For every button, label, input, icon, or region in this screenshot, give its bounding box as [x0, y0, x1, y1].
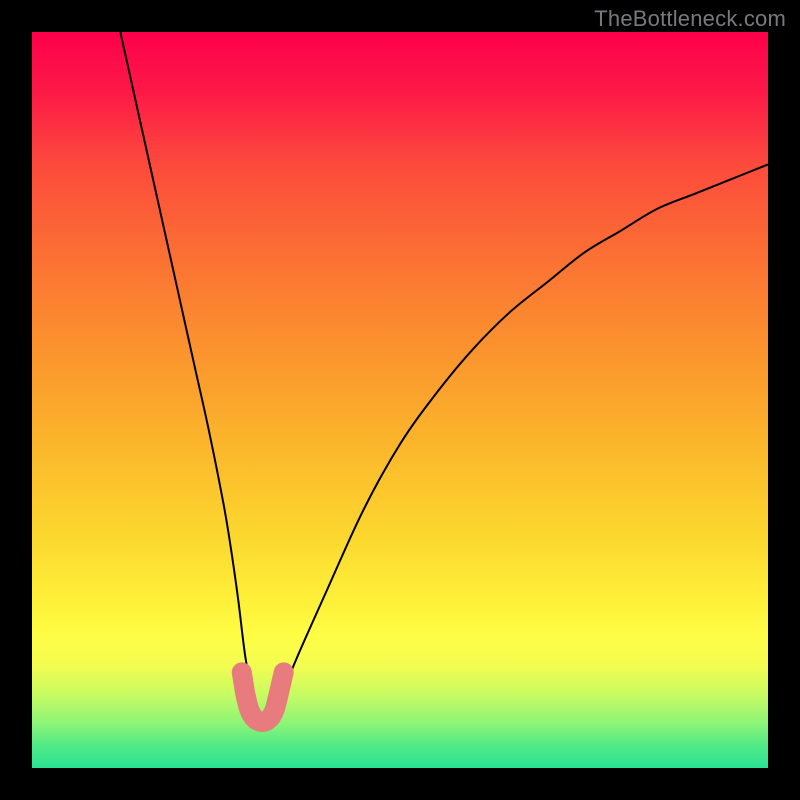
attribution-label: TheBottleneck.com	[594, 6, 786, 32]
plot-area	[32, 32, 768, 768]
valley-marker	[242, 672, 284, 721]
chart-frame: TheBottleneck.com	[0, 0, 800, 800]
curve-layer	[32, 32, 768, 768]
bottleneck-curve	[120, 32, 768, 724]
